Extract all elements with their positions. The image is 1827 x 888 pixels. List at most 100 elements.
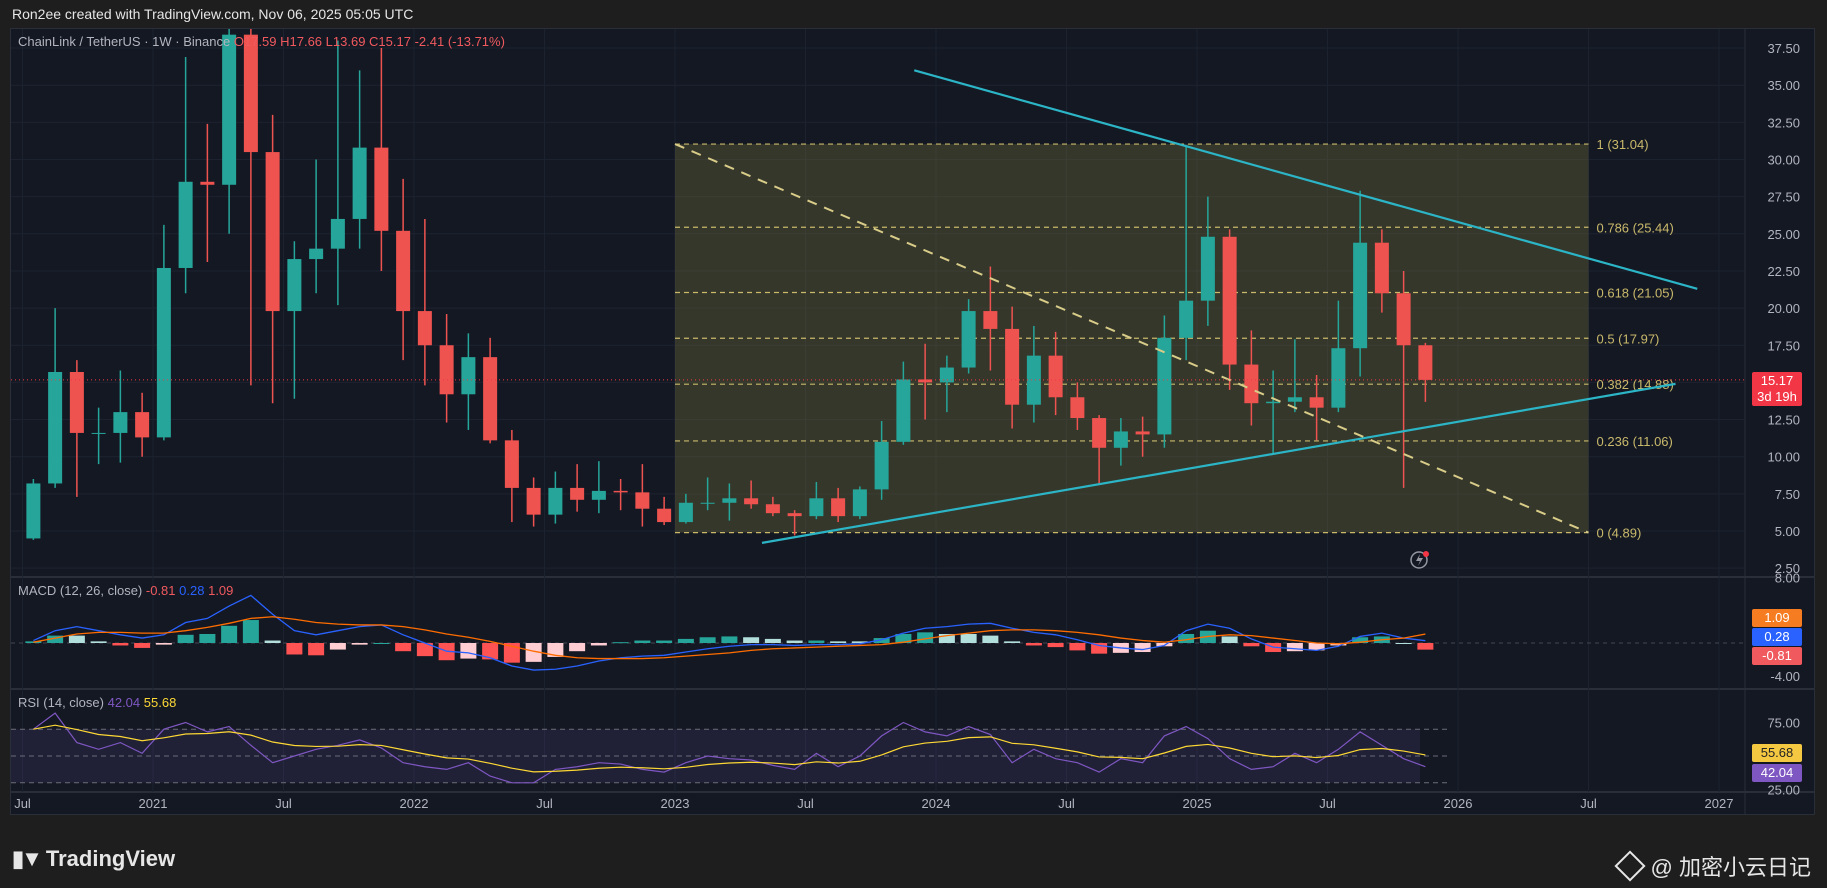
- fib-level-label: 1 (31.04): [1597, 137, 1649, 152]
- candle-body: [961, 311, 976, 368]
- candle: [309, 159, 324, 294]
- time-tick-label: 2021: [139, 796, 168, 811]
- candle-body: [1418, 345, 1433, 380]
- macd-histogram-bar: [764, 638, 781, 643]
- macd-histogram-bar: [982, 635, 999, 643]
- candle: [374, 48, 389, 271]
- macd-histogram-bar: [286, 643, 303, 655]
- macd-hist-badge: -0.81: [1752, 647, 1802, 665]
- watermark: @ 加密小云日记: [1613, 850, 1811, 882]
- candle: [91, 407, 106, 465]
- rsi-title[interactable]: RSI (14, close): [18, 695, 104, 710]
- candle-body: [417, 311, 432, 346]
- macd-histogram-bar: [590, 643, 607, 646]
- price-pane: 1 (31.04) 0.786 (25.44) 0.618 (21.05) 0.5 (…: [11, 29, 1745, 544]
- candle-body: [287, 259, 302, 312]
- candle: [352, 70, 367, 249]
- price-tick-label: 27.50: [1767, 190, 1800, 205]
- time-tick-label: Jul: [14, 796, 31, 811]
- macd-legend: MACD (12, 26, close) -0.81 0.28 1.09: [18, 583, 233, 598]
- candle-body: [69, 371, 84, 433]
- candle-body: [1113, 431, 1128, 448]
- time-tick-label: Jul: [1319, 796, 1336, 811]
- time-tick-label: 2024: [922, 796, 951, 811]
- candle: [439, 314, 454, 423]
- macd-title[interactable]: MACD (12, 26, close): [18, 583, 142, 598]
- candle: [178, 56, 193, 294]
- macd-histogram-bar: [221, 625, 238, 643]
- macd-histogram-bar: [786, 640, 803, 643]
- watermark-text: @ 加密小云日记: [1650, 855, 1811, 880]
- candle: [417, 218, 432, 386]
- candle: [135, 392, 150, 457]
- candle-body: [1092, 418, 1107, 448]
- macd-histogram-bar: [612, 642, 629, 644]
- chart-canvas[interactable]: 2.505.007.5010.0012.5015.0017.5020.0022.…: [0, 0, 1827, 888]
- candle-body: [330, 218, 345, 249]
- macd-histogram-bar: [1395, 643, 1412, 644]
- candle-body: [918, 379, 933, 383]
- macd-histogram-bar: [721, 636, 738, 643]
- candle-body: [765, 504, 780, 514]
- macd-histogram-bar: [351, 643, 368, 645]
- macd-histogram-bar: [1047, 643, 1064, 648]
- candle-body: [222, 34, 237, 185]
- price-tick-label: 17.50: [1767, 338, 1800, 353]
- macd-pane: [11, 594, 1745, 671]
- candle-body: [787, 513, 802, 517]
- candle: [243, 29, 258, 386]
- macd-histogram-bar: [134, 643, 151, 648]
- candle-body: [722, 498, 737, 503]
- candle: [657, 496, 672, 526]
- macd-histogram-bar: [699, 637, 716, 643]
- price-tick-label: 37.50: [1767, 41, 1800, 56]
- time-tick-label: Jul: [536, 796, 553, 811]
- candle-countdown: 3d 19h: [1757, 389, 1797, 404]
- ohlc-change: -2.41 (-13.71%): [414, 34, 505, 49]
- macd-histogram-bar: [656, 640, 673, 643]
- candle: [396, 178, 411, 361]
- candle-body: [396, 230, 411, 312]
- candle: [330, 40, 345, 306]
- macd-histogram-bar: [68, 635, 85, 643]
- candle-body: [265, 152, 280, 312]
- current-price-value: 15.17: [1760, 373, 1794, 388]
- candle-body: [1353, 242, 1368, 349]
- candle-body: [200, 181, 215, 185]
- tradingview-logo[interactable]: ▮▼ TradingView: [12, 846, 175, 872]
- fib-level-label: 0.236 (11.06): [1597, 434, 1673, 449]
- candle-body: [156, 267, 171, 438]
- price-tick-label: 7.50: [1775, 487, 1800, 502]
- candle: [591, 461, 606, 514]
- price-tick-label: 20.00: [1767, 301, 1800, 316]
- ohlc-high: H17.66: [280, 34, 323, 49]
- candle-body: [135, 412, 150, 438]
- candle-body: [831, 498, 846, 517]
- time-tick-label: 2027: [1705, 796, 1734, 811]
- macd-histogram-bar: [90, 641, 107, 643]
- price-tick-label: 22.50: [1767, 264, 1800, 279]
- candle: [526, 477, 541, 527]
- fib-level-label: 0.786 (25.44): [1597, 220, 1674, 235]
- candle-body: [896, 379, 911, 442]
- price-tick-label: 5.00: [1775, 524, 1800, 539]
- rsi-legend: RSI (14, close) 42.04 55.68: [18, 695, 176, 710]
- macd-histogram-bar: [1286, 643, 1303, 652]
- time-tick-label: Jul: [275, 796, 292, 811]
- macd-hist-value: -0.81: [145, 583, 176, 598]
- candle-body: [570, 487, 585, 500]
- candle-body: [1070, 397, 1085, 419]
- symbol-title[interactable]: ChainLink / TetherUS · 1W · Binance: [18, 34, 230, 49]
- fib-level-label: 0.5 (17.97): [1597, 331, 1660, 346]
- alert-icon-dot: [1423, 551, 1429, 557]
- candle-body: [1331, 348, 1346, 408]
- candle: [113, 370, 128, 463]
- rsi-tick-label: 25.00: [1767, 783, 1800, 798]
- time-tick-label: Jul: [1580, 796, 1597, 811]
- candle-body: [26, 483, 41, 539]
- price-tick-label: 32.50: [1767, 115, 1800, 130]
- macd-histogram-bar: [242, 620, 259, 643]
- candle-body: [548, 487, 563, 515]
- macd-signal-value: 1.09: [208, 583, 234, 598]
- time-tick-label: 2025: [1183, 796, 1212, 811]
